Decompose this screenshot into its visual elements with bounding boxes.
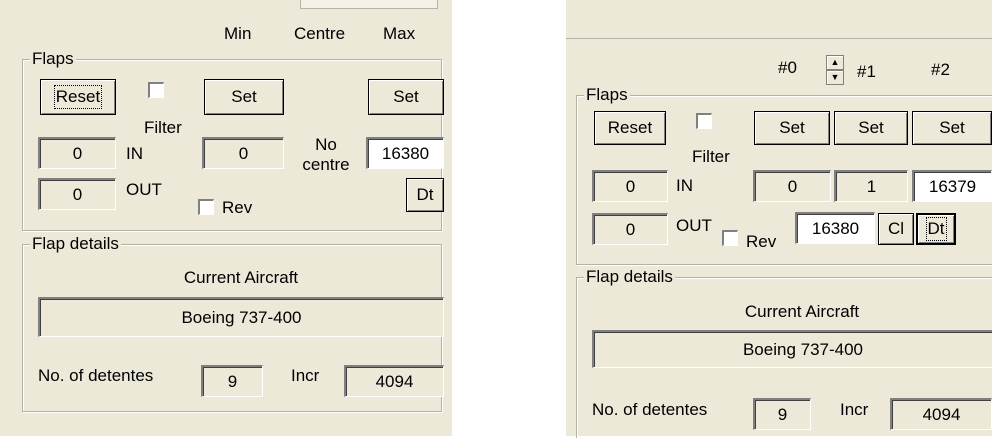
flaps-legend: Flaps <box>30 49 76 69</box>
out-value-field-right: 0 <box>592 213 668 245</box>
filter-checkbox-right[interactable] <box>696 113 712 129</box>
incr-field-right[interactable]: 4094 <box>890 398 992 430</box>
f2-value-field: 16379 <box>912 170 992 202</box>
filter-checkbox[interactable] <box>148 82 164 98</box>
detentes-field[interactable]: 9 <box>201 365 263 397</box>
channel-spinner[interactable]: ▲ ▼ <box>826 55 844 85</box>
f1-value-field: 1 <box>834 170 908 202</box>
rev-value-field: 16380 <box>795 212 875 244</box>
header-0: #0 <box>778 58 797 77</box>
detentes-label: No. of detentes <box>38 366 154 385</box>
right-panel: #0 ▲ ▼ #1 #2 Flaps Reset Filter Set Set … <box>566 0 992 438</box>
spin-down-icon[interactable]: ▼ <box>826 70 844 85</box>
in-value-field: 0 <box>38 137 116 169</box>
incr-label: Incr <box>291 366 320 385</box>
left-panel: Min Centre Max Flaps Reset Filter Set Se… <box>0 0 452 436</box>
incr-field[interactable]: 4094 <box>344 365 444 397</box>
tab-specific-partial[interactable] <box>300 0 438 9</box>
out-label: OUT <box>126 180 162 199</box>
detentes-label-right: No. of detentes <box>592 400 708 419</box>
in-value-field-right: 0 <box>592 170 668 202</box>
filter-label: Filter <box>144 118 182 137</box>
out-value-field: 0 <box>38 178 116 210</box>
flap-details-legend: Flap details <box>30 234 121 254</box>
reset-button[interactable]: Reset <box>40 79 116 115</box>
header-max: Max <box>383 24 416 43</box>
rev-checkbox-right[interactable] <box>722 230 738 246</box>
in-label-right: IN <box>676 176 693 195</box>
centre-value-field: 0 <box>202 137 284 169</box>
set-2-button[interactable]: Set <box>912 111 992 145</box>
current-aircraft-label: Current Aircraft <box>183 268 299 287</box>
filter-label-right: Filter <box>692 147 730 166</box>
rev-label: Rev <box>222 198 253 217</box>
current-aircraft-label-right: Current Aircraft <box>744 302 860 321</box>
no-centre-label: No centre <box>302 135 350 174</box>
flap-details-legend-right: Flap details <box>584 267 675 287</box>
incr-label-right: Incr <box>840 400 869 419</box>
set-max-button[interactable]: Set <box>368 79 444 115</box>
f0-value-field: 0 <box>753 170 831 202</box>
reset-button-right[interactable]: Reset <box>594 111 666 145</box>
set-min-button[interactable]: Set <box>204 79 284 115</box>
detentes-field-right[interactable]: 9 <box>753 398 811 430</box>
rev-checkbox[interactable] <box>198 199 214 215</box>
header-2: #2 <box>931 60 950 79</box>
header-centre: Centre <box>294 24 346 43</box>
set-1-button[interactable]: Set <box>834 111 908 145</box>
aircraft-name-field: Boeing 737-400 <box>38 297 444 337</box>
spin-up-icon[interactable]: ▲ <box>826 55 844 70</box>
set-0-button[interactable]: Set <box>754 111 830 145</box>
rev-label-right: Rev <box>746 232 777 251</box>
flaps-legend-right: Flaps <box>584 85 630 105</box>
max-value-field: 16380 <box>366 137 444 169</box>
in-label: IN <box>126 144 143 163</box>
cl-button[interactable]: Cl <box>878 213 914 245</box>
header-min: Min <box>224 24 252 43</box>
tab-strip-edge <box>566 38 992 43</box>
header-1: #1 <box>857 62 876 81</box>
dt-button-right[interactable]: Dt <box>916 213 956 245</box>
dt-button[interactable]: Dt <box>406 178 444 212</box>
aircraft-name-field-right: Boeing 737-400 <box>592 330 992 368</box>
out-label-right: OUT <box>676 216 712 235</box>
